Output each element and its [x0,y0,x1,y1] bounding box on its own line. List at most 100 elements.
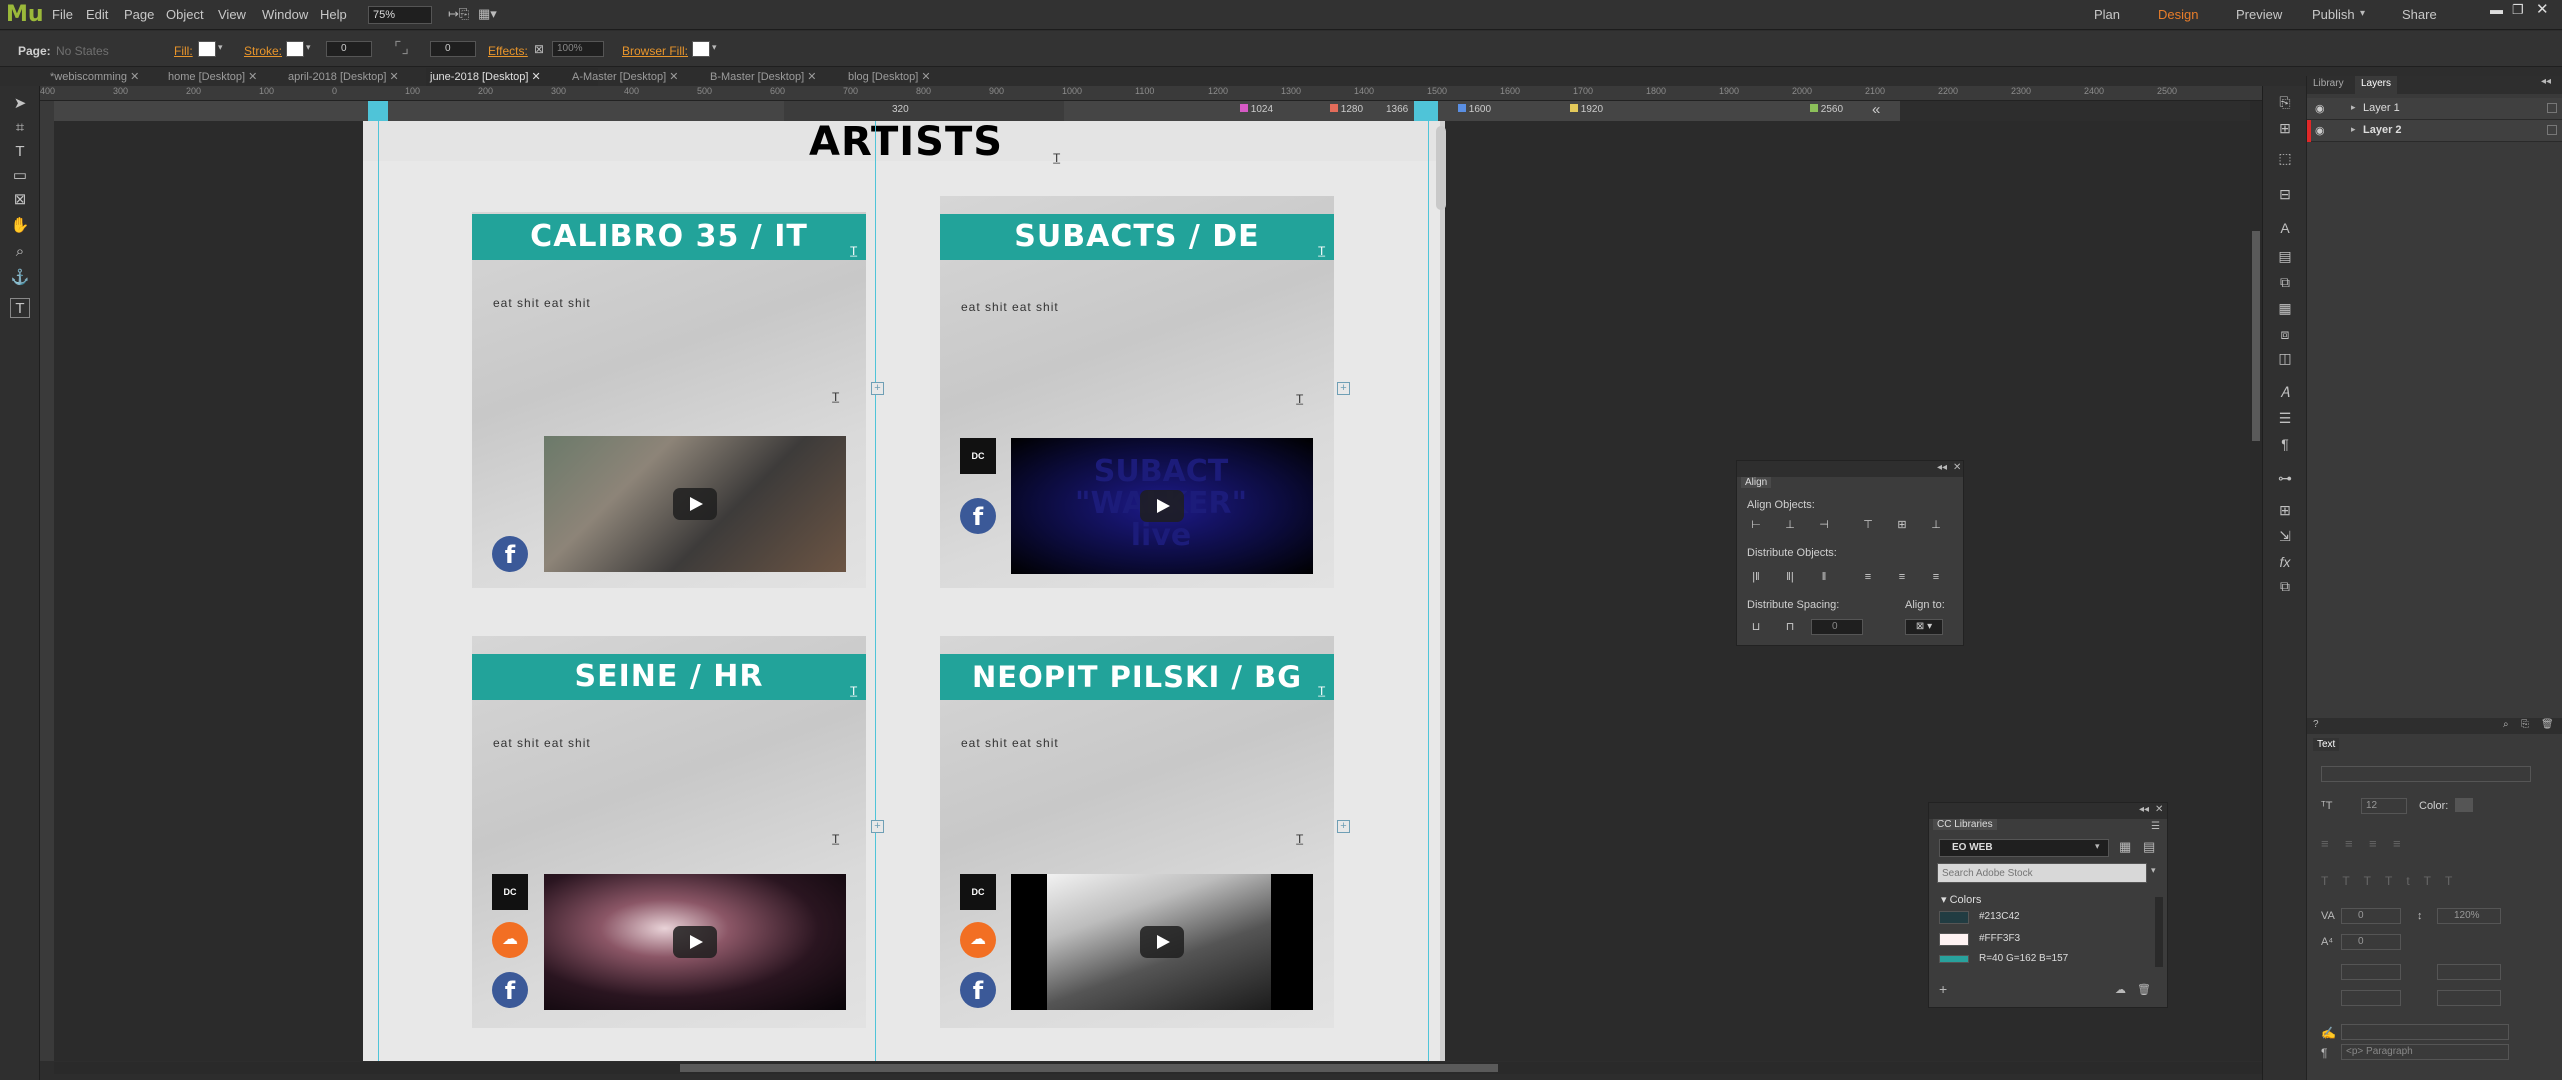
minimize-icon[interactable]: ▬ [2490,2,2503,17]
text-frame-icon[interactable]: T̲ [832,832,839,846]
function-icon[interactable]: fx [2275,552,2295,572]
text-frame-icon[interactable]: T̲ [1296,392,1303,406]
align-icon[interactable]: ⊟ [2275,184,2295,204]
mode-publish[interactable]: Publish [2312,7,2355,22]
menu-window[interactable]: Window [262,7,308,22]
breakpoint-2560[interactable]: 2560 [1810,104,1843,115]
mode-plan[interactable]: Plan [2094,7,2120,22]
space-horizontal-icon[interactable]: ⊔ [1747,619,1765,635]
text-frame-icon[interactable]: T̲ [832,390,839,404]
facebook-icon[interactable]: f [960,972,996,1008]
scroll-thumb[interactable] [2252,231,2260,441]
selection-tool-icon[interactable]: ➤ [10,94,30,114]
layer-select-box[interactable] [2547,103,2557,113]
close-tab-icon[interactable]: ✕ [921,71,930,83]
youtube-video[interactable]: SUBACT "WALKER" live [1011,438,1313,574]
transform-icon[interactable]: ⬚ [2275,148,2295,168]
menu-help[interactable]: Help [320,7,347,22]
states-icon[interactable]: ⧉ [2275,272,2295,292]
search-dropdown-icon[interactable]: ▾ [2151,865,2156,876]
menu-file[interactable]: File [52,7,73,22]
panel-scrollbar[interactable] [2155,897,2163,967]
page-scroll-thumb[interactable] [1436,126,1446,210]
breakpoint-1280[interactable]: 1280 [1330,104,1363,115]
delete-layer-icon[interactable]: 🗑 [2541,719,2554,730]
space-vertical-icon[interactable]: ⊓ [1781,619,1799,635]
close-tab-icon[interactable]: ✕ [130,71,139,83]
opacity-input[interactable]: 100% [552,41,604,57]
breakpoint-320[interactable]: 320 [892,104,909,115]
artist-title[interactable]: SUBACTS / DE [940,214,1334,260]
stock-search-input[interactable] [1937,863,2147,883]
distribute-center-v-icon[interactable]: ≡ [1893,569,1911,585]
image-frame-tool-icon[interactable]: ⊠ [10,190,30,210]
facebook-icon[interactable]: f [492,972,528,1008]
mode-preview[interactable]: Preview [2236,7,2282,22]
scroll-thumb[interactable] [680,1064,1498,1072]
library-dropdown-icon[interactable]: ▾ [2095,841,2100,852]
mode-share[interactable]: Share [2402,7,2437,22]
paragraph-styles-icon[interactable]: 𝐴 [2275,382,2295,402]
collapse-panel-icon[interactable]: ◂◂ [2541,76,2551,87]
hand-tool-icon[interactable]: ✋ [10,216,30,236]
browser-fill-swatch[interactable] [692,41,710,57]
align-right-icon[interactable]: ⊣ [1815,517,1833,533]
tab-home[interactable]: home [Desktop] ✕ [168,68,278,86]
artist-title[interactable]: CALIBRO 35 / IT [472,214,866,260]
paragraph-style-icon[interactable]: ¶ [2321,1046,2327,1060]
font-size-icon[interactable]: ᵀT [2321,800,2332,812]
fill-label[interactable]: Fill: [174,44,193,58]
close-tab-icon[interactable]: ✕ [807,71,816,83]
align-text-center-icon[interactable]: ≡ [2345,836,2353,851]
zoom-tool-icon[interactable]: ⌕ [10,242,30,262]
artist-card-seine[interactable]: SEINE / HR T̲ eat shit eat shit T̲ DC ☁ … [472,636,866,1028]
content-tool-icon[interactable]: T [10,298,30,318]
layer-name[interactable]: Layer 2 [2363,124,2402,136]
youtube-video[interactable] [544,874,846,1010]
breakpoint-1366[interactable]: 1366 [1386,104,1408,115]
space-before-input[interactable] [2341,990,2401,1006]
layer-row-2[interactable]: ◉ ▸ Layer 2 [2307,120,2562,142]
zoom-select[interactable]: 75% [368,6,432,24]
hyperlinks-icon[interactable]: ⊶ [2275,468,2295,488]
cc-libraries-tab[interactable]: CC Libraries [1933,819,1997,830]
text-frame-icon[interactable]: T̲ [850,684,857,698]
play-button-icon[interactable] [1140,490,1184,522]
stroke-swatch[interactable] [286,41,304,57]
distribute-bottom-icon[interactable]: ≡ [1927,569,1945,585]
horizontal-ruler[interactable]: 400 300 200 100 0 100 200 300 400 500 600 700 800 900… [40,86,2262,101]
align-text-justify-icon[interactable]: ≡ [2393,836,2401,851]
close-panel-icon[interactable]: ✕ [2155,804,2163,815]
publish-dropdown-icon[interactable]: ▾ [2360,8,2365,19]
effects-icon[interactable]: ⊠ [534,42,544,56]
youtube-video[interactable] [1011,874,1313,1010]
panel-menu-icon[interactable]: ☰ [2151,821,2160,832]
layer-select-box[interactable] [2547,125,2557,135]
tab-webiscomming[interactable]: *webiscomming ✕ [50,68,150,86]
space-after-input[interactable] [2437,990,2501,1006]
vertical-ruler[interactable] [40,101,54,1061]
layout-icon[interactable]: ⊞ [2275,500,2295,520]
menu-view[interactable]: View [218,7,246,22]
align-center-v-icon[interactable]: ⊞ [1893,517,1911,533]
fill-swatch[interactable] [198,41,216,57]
add-element-icon[interactable]: + [1337,820,1350,833]
align-tab[interactable]: Align [1741,477,1772,488]
graphic-styles-icon[interactable]: ◫ [2275,348,2295,368]
add-element-icon[interactable]: + [871,820,884,833]
anchor-tool-icon[interactable]: ⚓ [10,268,30,288]
align-bottom-icon[interactable]: ⊥ [1927,517,1945,533]
vertical-scrollbar[interactable] [2250,101,2262,1061]
spacing-icon[interactable]: ⧉ [2275,576,2295,596]
artist-card-calibro[interactable]: CALIBRO 35 / IT T̲ eat shit eat shit T̲ … [472,212,866,588]
color-name[interactable]: R=40 G=162 B=157 [1979,953,2068,963]
discogs-icon[interactable]: DC [960,874,996,910]
text-color-swatch[interactable] [2455,798,2473,812]
breakpoint-1920[interactable]: 1920 [1570,104,1603,115]
artist-description[interactable]: eat shit eat shit [493,296,591,310]
facebook-icon[interactable]: f [492,536,528,572]
restore-icon[interactable]: ❐ [2512,2,2524,18]
align-to-dropdown[interactable]: ⊠ ▾ [1905,619,1943,635]
stroke-label[interactable]: Stroke: [244,44,282,58]
stroke-dropdown-icon[interactable]: ▾ [306,42,311,53]
